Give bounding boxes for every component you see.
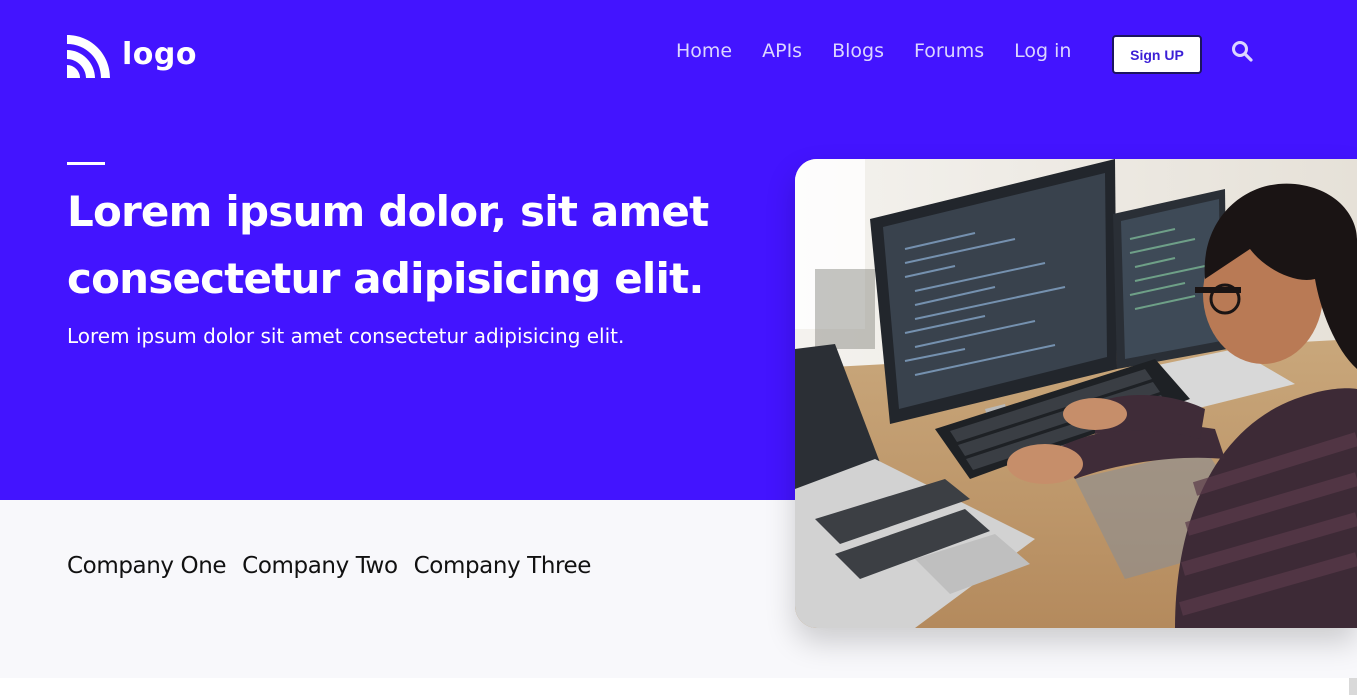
- hero-headline: Lorem ipsum dolor, sit amet consectetur …: [67, 178, 767, 312]
- nav-apis[interactable]: APIs: [762, 40, 802, 62]
- hero-image: [795, 159, 1357, 628]
- logo-link[interactable]: logo: [67, 34, 197, 78]
- company-two: Company Two: [242, 553, 398, 579]
- page-bottom-strip: [0, 678, 1357, 695]
- headline-accent-line: [67, 162, 105, 165]
- nav-forums[interactable]: Forums: [914, 40, 984, 62]
- scrollbar-corner[interactable]: [1349, 678, 1357, 695]
- signup-button[interactable]: Sign UP: [1112, 35, 1202, 74]
- logo-text: logo: [122, 36, 197, 72]
- landing-page: logo Home APIs Blogs Forums Log in Sign …: [0, 0, 1357, 695]
- company-three: Company Three: [413, 553, 592, 579]
- hero-subline: Lorem ipsum dolor sit amet consectetur a…: [67, 324, 625, 348]
- company-list: Company One Company Two Company Three: [67, 553, 607, 579]
- company-one: Company One: [67, 553, 227, 579]
- search-icon[interactable]: [1231, 40, 1253, 62]
- nav-login[interactable]: Log in: [1014, 40, 1071, 62]
- developer-workstation-illustration: [795, 159, 1357, 628]
- nav-home[interactable]: Home: [676, 40, 732, 62]
- feed-logo-icon: [67, 34, 110, 78]
- main-nav: Home APIs Blogs Forums Log in: [676, 36, 1101, 66]
- nav-blogs[interactable]: Blogs: [832, 40, 884, 62]
- hero-headline-line-1: Lorem ipsum dolor, sit amet: [67, 187, 709, 236]
- hero-headline-line-2: consectetur adipisicing elit.: [67, 254, 704, 303]
